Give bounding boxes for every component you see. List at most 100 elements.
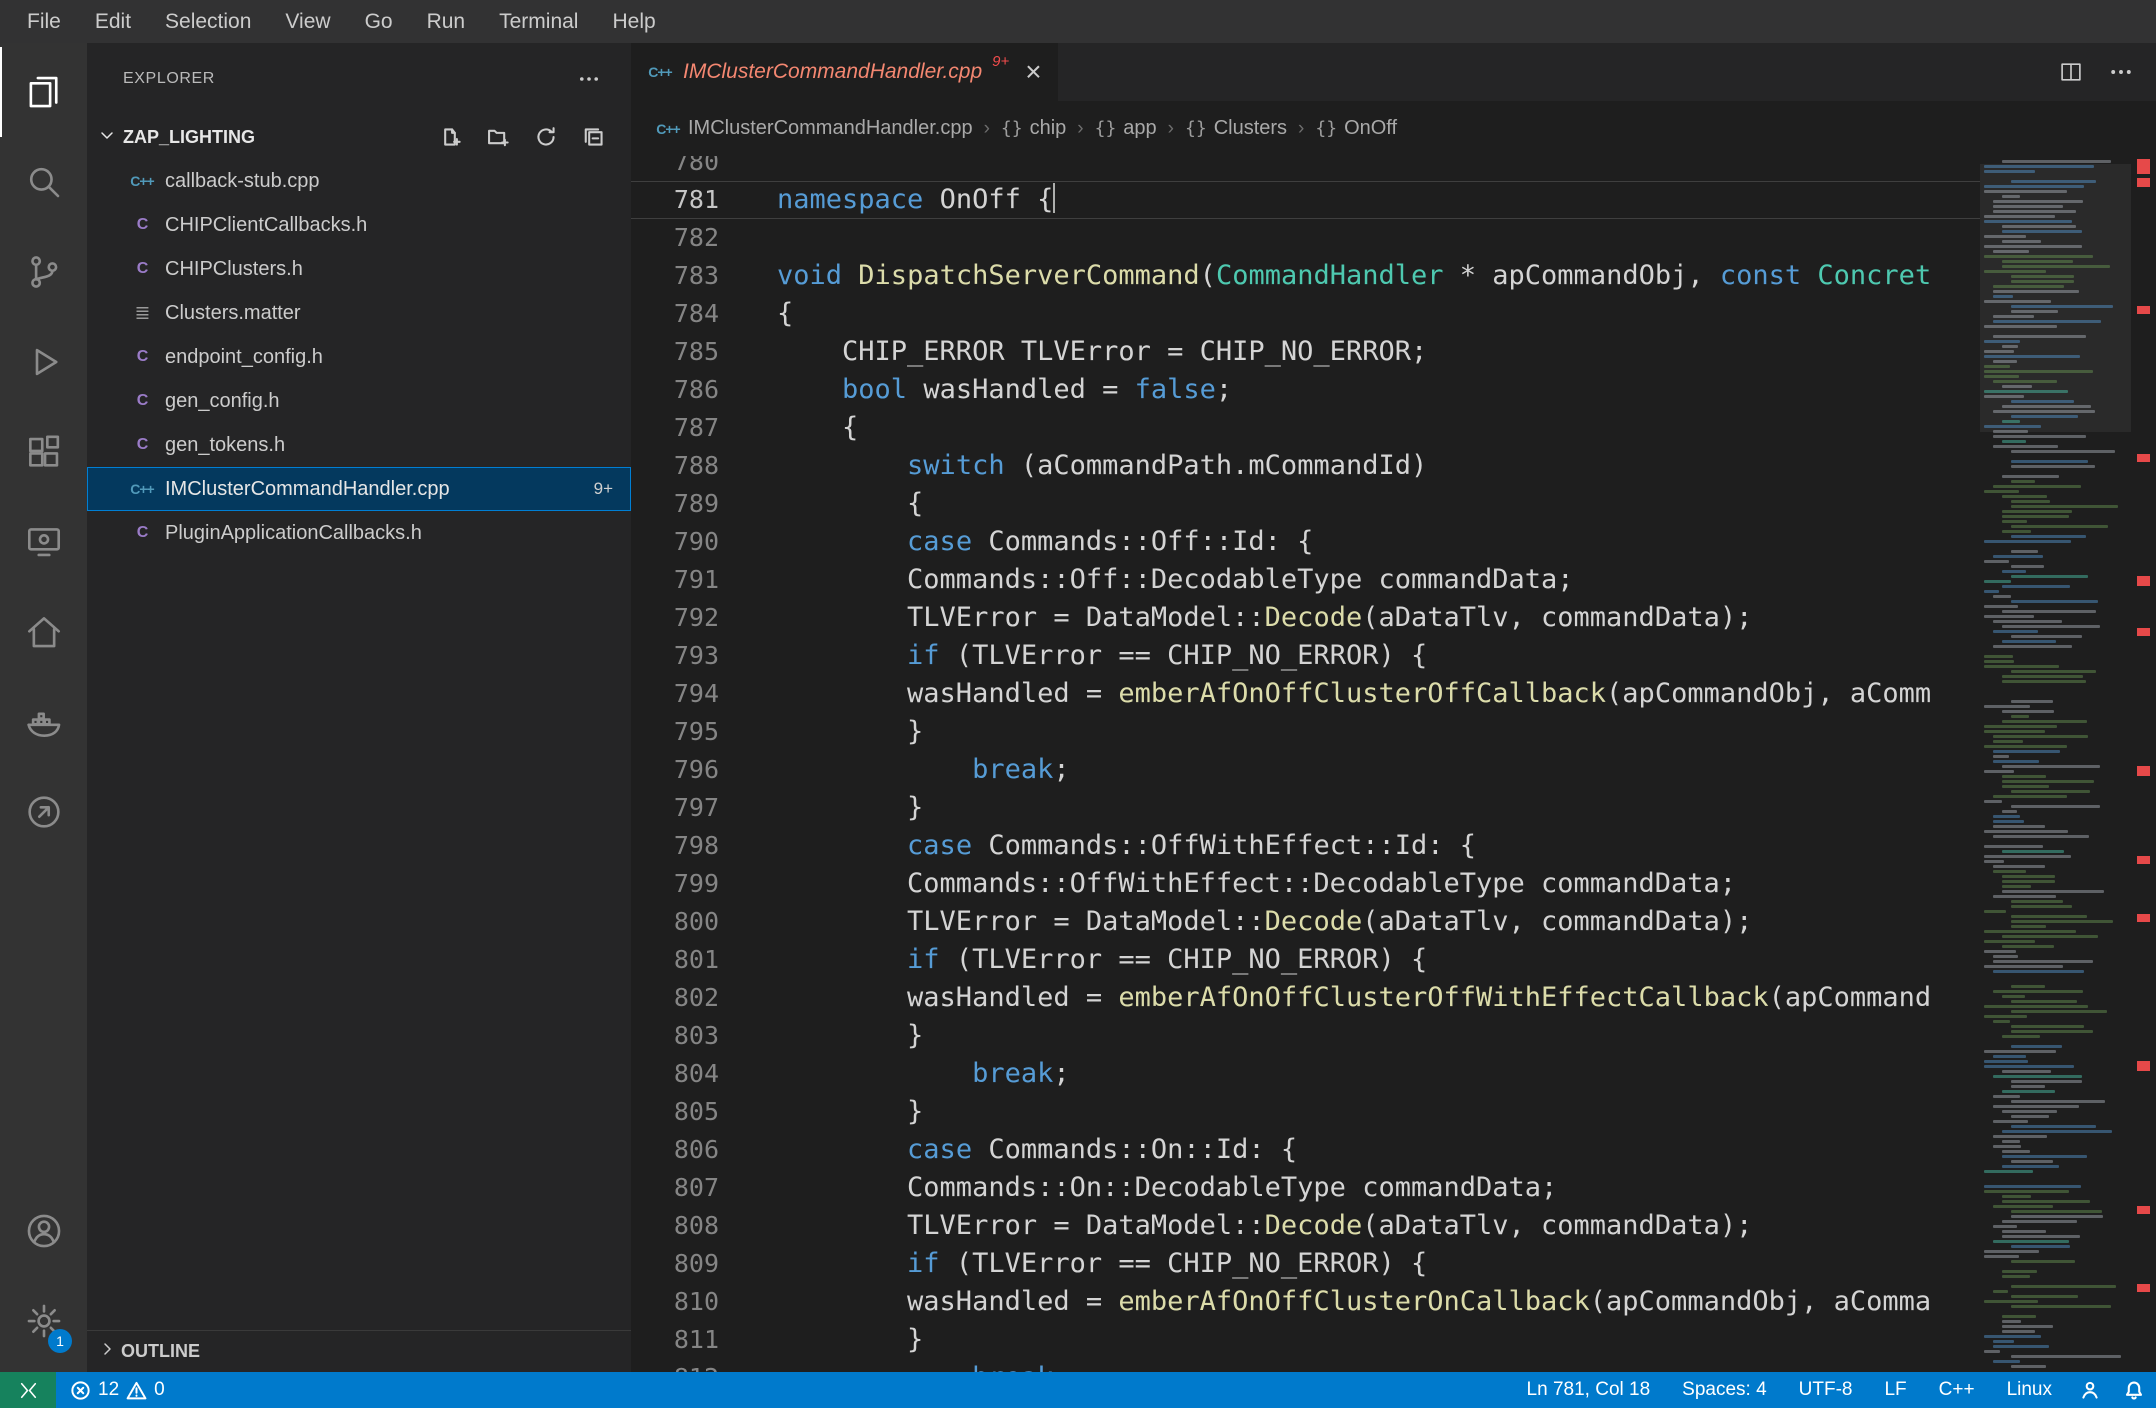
home-icon[interactable] xyxy=(0,587,87,677)
status-remote-os[interactable]: Linux xyxy=(1991,1372,2068,1408)
code-line-796[interactable]: 796 break; xyxy=(631,751,1980,789)
breadcrumb-clusters[interactable]: {} Clusters xyxy=(1185,117,1287,140)
code-line-780[interactable]: 780 xyxy=(631,156,1980,181)
breadcrumb-label: IMClusterCommandHandler.cpp xyxy=(688,117,973,139)
status-indentation[interactable]: Spaces: 4 xyxy=(1666,1372,1783,1408)
feedback-icon[interactable] xyxy=(2068,1372,2112,1408)
run-debug-icon[interactable] xyxy=(0,317,87,407)
code-line-788[interactable]: 788 switch (aCommandPath.mCommandId) xyxy=(631,447,1980,485)
file-imclustercommandhandler-cpp[interactable]: C++ IMClusterCommandHandler.cpp 9+ xyxy=(87,467,631,511)
problems-indicator[interactable]: 12 0 xyxy=(56,1372,179,1408)
code-line-799[interactable]: 799 Commands::OffWithEffect::DecodableTy… xyxy=(631,865,1980,903)
code-line-785[interactable]: 785 CHIP_ERROR TLVError = CHIP_NO_ERROR; xyxy=(631,333,1980,371)
line-content: } xyxy=(777,1096,924,1127)
code-line-797[interactable]: 797 } xyxy=(631,789,1980,827)
file-chipclientcallbacks-h[interactable]: C CHIPClientCallbacks.h xyxy=(87,203,631,247)
code-line-782[interactable]: 782 xyxy=(631,219,1980,257)
folder-section-header[interactable]: ZAP_LIGHTING xyxy=(87,115,631,159)
line-content: Commands::OffWithEffect::DecodableType c… xyxy=(777,868,1737,899)
code-line-793[interactable]: 793 if (TLVError == CHIP_NO_ERROR) { xyxy=(631,637,1980,675)
code-line-810[interactable]: 810 wasHandled = emberAfOnOffClusterOnCa… xyxy=(631,1283,1980,1321)
source-control-icon[interactable] xyxy=(0,227,87,317)
file-gen-tokens-h[interactable]: Cgen_tokens.h xyxy=(87,423,631,467)
menu-run[interactable]: Run xyxy=(410,0,483,43)
code-line-781[interactable]: 781 namespace OnOff { xyxy=(631,181,1980,219)
status-language-mode[interactable]: C++ xyxy=(1923,1372,1991,1408)
line-content: } xyxy=(777,1020,924,1051)
file-clusters-matter[interactable]: ≣ Clusters.matter xyxy=(87,291,631,335)
code-line-808[interactable]: 808 TLVError = DataModel::Decode(aDataTl… xyxy=(631,1207,1980,1245)
code-line-790[interactable]: 790 case Commands::Off::Id: { xyxy=(631,523,1980,561)
outline-section[interactable]: OUTLINE xyxy=(87,1330,631,1372)
code-line-812[interactable]: 812 break; xyxy=(631,1359,1980,1372)
editor-more-icon[interactable] xyxy=(2108,59,2134,85)
activity-bar: 1 xyxy=(0,43,87,1372)
sidebar-more-icon[interactable] xyxy=(577,67,601,91)
collapse-all-icon[interactable] xyxy=(583,126,605,148)
code-line-789[interactable]: 789 { xyxy=(631,485,1980,523)
scrollbar[interactable] xyxy=(2131,156,2156,1372)
code-line-792[interactable]: 792 TLVError = DataModel::Decode(aDataTl… xyxy=(631,599,1980,637)
menu-view[interactable]: View xyxy=(268,0,347,43)
remote-indicator[interactable] xyxy=(0,1372,56,1408)
remote-explorer-icon[interactable] xyxy=(0,497,87,587)
bell-icon[interactable] xyxy=(2112,1372,2156,1408)
status-selection-position[interactable]: Ln 781, Col 18 xyxy=(1511,1372,1667,1408)
error-mark xyxy=(2137,1284,2150,1292)
split-editor-icon[interactable] xyxy=(2058,59,2084,85)
breadcrumb-onoff[interactable]: {} OnOff xyxy=(1315,117,1397,140)
settings-icon[interactable]: 1 xyxy=(0,1276,87,1366)
minimap[interactable] xyxy=(1980,156,2131,1372)
code-line-783[interactable]: 783 void DispatchServerCommand(CommandHan… xyxy=(631,257,1980,295)
tab-imclustercommandhandler[interactable]: C++ IMClusterCommandHandler.cpp 9+ × xyxy=(631,43,1058,101)
file-chipclusters-h[interactable]: C CHIPClusters.h xyxy=(87,247,631,291)
code-line-786[interactable]: 786 bool wasHandled = false; xyxy=(631,371,1980,409)
code-line-804[interactable]: 804 break; xyxy=(631,1055,1980,1093)
error-mark xyxy=(2137,914,2150,922)
file-gen-config-h[interactable]: Cgen_config.h xyxy=(87,379,631,423)
ports-icon[interactable] xyxy=(0,767,87,857)
code-line-787[interactable]: 787 { xyxy=(631,409,1980,447)
code-line-811[interactable]: 811 } xyxy=(631,1321,1980,1359)
code-editor[interactable]: 780 781 namespace OnOff {782 783 void Dispat… xyxy=(631,156,2156,1372)
menu-go[interactable]: Go xyxy=(348,0,410,43)
file-callback-stub-cpp[interactable]: C++ callback-stub.cpp xyxy=(87,159,631,203)
code-line-807[interactable]: 807 Commands::On::DecodableType commandD… xyxy=(631,1169,1980,1207)
code-line-805[interactable]: 805 } xyxy=(631,1093,1980,1131)
menu-edit[interactable]: Edit xyxy=(78,0,148,43)
new-folder-icon[interactable] xyxy=(487,126,509,148)
code-line-801[interactable]: 801 if (TLVError == CHIP_NO_ERROR) { xyxy=(631,941,1980,979)
new-file-icon[interactable] xyxy=(439,126,461,148)
menu-selection[interactable]: Selection xyxy=(148,0,268,43)
code-line-802[interactable]: 802 wasHandled = emberAfOnOffClusterOffW… xyxy=(631,979,1980,1017)
code-line-794[interactable]: 794 wasHandled = emberAfOnOffClusterOffC… xyxy=(631,675,1980,713)
refresh-icon[interactable] xyxy=(535,126,557,148)
matter-file-icon: ≣ xyxy=(134,302,151,324)
code-line-784[interactable]: 784 { xyxy=(631,295,1980,333)
close-tab-icon[interactable]: × xyxy=(1025,58,1041,86)
file-endpoint-config-h[interactable]: Cendpoint_config.h xyxy=(87,335,631,379)
docker-icon[interactable] xyxy=(0,677,87,767)
extensions-icon[interactable] xyxy=(0,407,87,497)
error-mark xyxy=(2137,766,2150,776)
code-content[interactable]: 780 781 namespace OnOff {782 783 void Dispat… xyxy=(631,156,1980,1372)
status-eol[interactable]: LF xyxy=(1868,1372,1922,1408)
code-line-798[interactable]: 798 case Commands::OffWithEffect::Id: { xyxy=(631,827,1980,865)
breadcrumb-chip[interactable]: {} chip xyxy=(1001,117,1066,140)
code-line-800[interactable]: 800 TLVError = DataModel::Decode(aDataTl… xyxy=(631,903,1980,941)
breadcrumb-imclustercommandhandler-cpp[interactable]: C++ IMClusterCommandHandler.cpp xyxy=(655,117,973,140)
explorer-icon[interactable] xyxy=(0,47,87,137)
file-pluginapplicationcallbacks-h[interactable]: C PluginApplicationCallbacks.h xyxy=(87,511,631,555)
code-line-806[interactable]: 806 case Commands::On::Id: { xyxy=(631,1131,1980,1169)
code-line-795[interactable]: 795 } xyxy=(631,713,1980,751)
code-line-803[interactable]: 803 } xyxy=(631,1017,1980,1055)
menu-file[interactable]: File xyxy=(10,0,78,43)
code-line-791[interactable]: 791 Commands::Off::DecodableType command… xyxy=(631,561,1980,599)
menu-help[interactable]: Help xyxy=(595,0,672,43)
code-line-809[interactable]: 809 if (TLVError == CHIP_NO_ERROR) { xyxy=(631,1245,1980,1283)
breadcrumb-app[interactable]: {} app xyxy=(1095,117,1157,140)
search-icon[interactable] xyxy=(0,137,87,227)
menu-terminal[interactable]: Terminal xyxy=(482,0,595,43)
account-icon[interactable] xyxy=(0,1186,87,1276)
status-encoding[interactable]: UTF-8 xyxy=(1783,1372,1869,1408)
